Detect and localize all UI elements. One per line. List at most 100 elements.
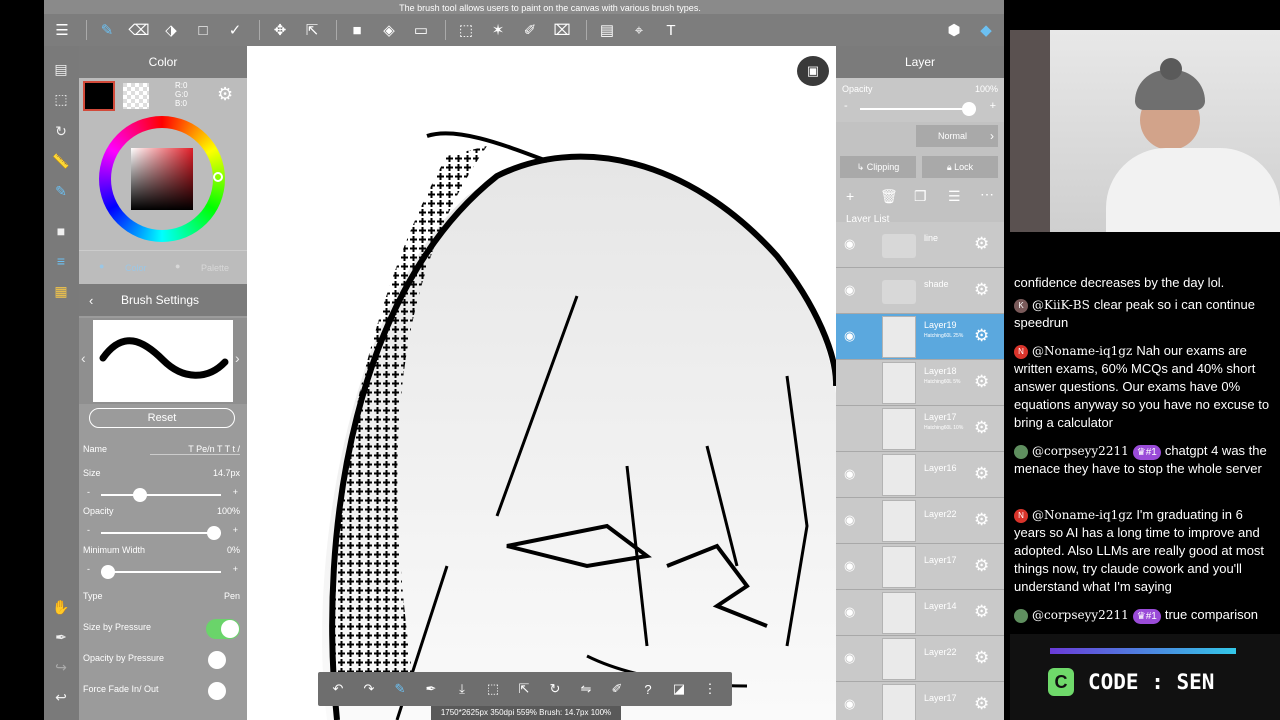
next-brush-chevron-icon[interactable]: › <box>235 350 240 366</box>
layer-opacity-handle[interactable] <box>962 102 976 116</box>
help-icon[interactable]: ? <box>634 676 662 702</box>
layer-row[interactable]: ◉ Layer17 ⚙ <box>836 544 1004 590</box>
layer-row[interactable]: Layer17 Hatching60L 10% ⚙ <box>836 406 1004 452</box>
opacity-by-pressure-toggle[interactable] <box>206 650 240 670</box>
layer-opacity-minus-icon[interactable]: - <box>844 100 848 112</box>
eye-icon[interactable]: ◉ <box>844 328 864 343</box>
layer-row[interactable]: ◉ Layer22 ⚙ <box>836 636 1004 682</box>
layer-settings-gear-icon[interactable]: ⚙ <box>974 694 989 714</box>
transform-icon[interactable]: ⇱ <box>510 676 538 702</box>
bucket-tool-icon[interactable]: ◈ <box>375 16 403 44</box>
brush-list-icon[interactable]: ≡ <box>49 250 73 272</box>
eraser-tool-icon[interactable]: ⌫ <box>125 16 153 44</box>
size-plus-icon[interactable]: + <box>233 487 238 497</box>
delete-layer-icon[interactable]: 🗑︎ <box>880 188 898 205</box>
grid-icon[interactable]: ⋮ <box>696 676 724 702</box>
type-row[interactable]: Type Pen <box>79 591 246 611</box>
min-width-plus-icon[interactable]: + <box>233 564 238 574</box>
layer-opacity-slider[interactable] <box>860 102 976 116</box>
eyedropper-icon[interactable]: ✒ <box>417 676 445 702</box>
color-swatch-icon[interactable]: ■ <box>49 220 73 242</box>
menu-icon[interactable]: ☰ <box>48 16 76 44</box>
clipping-button[interactable]: ↳ Clipping <box>840 156 916 178</box>
layer-settings-gear-icon[interactable]: ⚙ <box>974 602 989 622</box>
gradient-tool-icon[interactable]: ▭ <box>407 16 435 44</box>
eye-icon[interactable]: ◉ <box>844 236 864 251</box>
eye-icon[interactable]: ◉ <box>844 650 864 665</box>
layer-list-icon[interactable]: ☰ <box>948 188 961 205</box>
eraser-dotted-tool-icon[interactable]: ⬗ <box>157 16 185 44</box>
fullscreen-icon[interactable]: ▣ <box>797 56 829 86</box>
selection-icon[interactable]: ⬚ <box>49 88 73 110</box>
tab-color[interactable]: Color <box>125 263 147 273</box>
eyedropper-icon[interactable]: ✒ <box>49 626 73 648</box>
brush-icon[interactable]: ✎ <box>386 676 414 702</box>
size-slider[interactable] <box>101 488 221 502</box>
eye-icon[interactable]: ◉ <box>844 512 864 527</box>
opacity-slider[interactable] <box>101 526 221 540</box>
layer-settings-gear-icon[interactable]: ⚙ <box>974 326 989 346</box>
text-tool-icon[interactable]: T <box>657 16 685 44</box>
layer-settings-gear-icon[interactable]: ⚙ <box>974 234 989 254</box>
brush-panel-icon[interactable]: ✎ <box>49 180 73 202</box>
document-icon[interactable]: ▤ <box>49 58 73 80</box>
rotate-icon[interactable]: ↻ <box>541 676 569 702</box>
layer-row[interactable]: ◉ Layer19 Hatching60L 25% ⚙ <box>836 314 1004 360</box>
layer-settings-gear-icon[interactable]: ⚙ <box>974 556 989 576</box>
prev-brush-chevron-icon[interactable]: ‹ <box>81 350 86 366</box>
layer-row[interactable]: ◉ Layer16 ⚙ <box>836 452 1004 498</box>
force-fade-toggle[interactable] <box>206 681 240 701</box>
min-width-minus-icon[interactable]: - <box>87 564 90 574</box>
hue-handle[interactable] <box>213 172 223 182</box>
materials-icon[interactable]: ⬢ <box>940 16 968 44</box>
eye-icon[interactable] <box>844 420 864 434</box>
undo-icon[interactable]: ↩ <box>49 686 73 708</box>
drawing-canvas[interactable]: ▣ <box>247 46 836 720</box>
frame-tool-icon[interactable]: ⌖ <box>625 16 653 44</box>
add-layer-icon[interactable]: + <box>846 188 854 204</box>
ruler-icon[interactable]: 📏 <box>49 150 73 172</box>
eye-icon[interactable]: ◉ <box>844 466 864 481</box>
layer-settings-gear-icon[interactable]: ⚙ <box>974 280 989 300</box>
layer-opacity-plus-icon[interactable]: + <box>990 100 996 112</box>
size-minus-icon[interactable]: - <box>87 487 90 497</box>
layer-row[interactable]: ◉ Layer14 ⚙ <box>836 590 1004 636</box>
eye-icon[interactable]: ◉ <box>844 604 864 619</box>
duplicate-layer-icon[interactable]: ❐ <box>914 188 927 205</box>
rotate-icon[interactable]: ↻ <box>49 120 73 142</box>
layer-row[interactable]: Layer18 Hatching60L 5% ⚙ <box>836 360 1004 406</box>
layer-row[interactable]: ◉ Layer17 ⚙ <box>836 682 1004 720</box>
rectangle-tool-icon[interactable]: □ <box>189 16 217 44</box>
saturation-value-square[interactable] <box>131 148 193 210</box>
layer-settings-gear-icon[interactable]: ⚙ <box>974 418 989 438</box>
select-tool-icon[interactable]: ⬚ <box>452 16 480 44</box>
magic-wand-tool-icon[interactable]: ✶ <box>484 16 512 44</box>
download-icon[interactable]: ⤓ <box>448 676 476 702</box>
layer-row[interactable]: ◉ line ⚙ <box>836 222 1004 268</box>
color-settings-gear-icon[interactable]: ⚙ <box>217 84 233 105</box>
undo-icon[interactable]: ↶ <box>324 676 352 702</box>
tab-palette[interactable]: Palette <box>201 263 229 273</box>
eye-icon[interactable]: ◉ <box>844 558 864 573</box>
hue-wheel[interactable] <box>99 116 225 242</box>
name-field[interactable]: T Pe/n T T t / <box>150 444 240 455</box>
divide-tool-icon[interactable]: ▤ <box>593 16 621 44</box>
size-by-pressure-toggle[interactable] <box>206 619 240 639</box>
blend-mode-select[interactable]: Normal › <box>916 125 998 147</box>
min-width-slider[interactable] <box>101 565 221 579</box>
check-tool-icon[interactable]: ✓ <box>221 16 249 44</box>
redo-icon[interactable]: ↪ <box>49 656 73 678</box>
transform-tool-icon[interactable]: ⇱ <box>298 16 326 44</box>
primary-color-swatch[interactable] <box>83 81 115 111</box>
reset-button[interactable]: Reset <box>89 408 235 428</box>
layer-settings-gear-icon[interactable]: ⚙ <box>974 648 989 668</box>
layer-settings-gear-icon[interactable]: ⚙ <box>974 372 989 392</box>
layer-row[interactable]: ◉ Layer22 ⚙ <box>836 498 1004 544</box>
secondary-color-swatch[interactable] <box>123 83 149 109</box>
blend-mode-row[interactable]: Normal › <box>836 122 1004 150</box>
layers-icon[interactable]: ◆ <box>972 16 1000 44</box>
layer-settings-gear-icon[interactable]: ⚙ <box>974 510 989 530</box>
palette-icon[interactable]: ▦ <box>49 280 73 302</box>
eye-icon[interactable]: ◉ <box>844 696 864 711</box>
opacity-minus-icon[interactable]: - <box>87 525 90 535</box>
